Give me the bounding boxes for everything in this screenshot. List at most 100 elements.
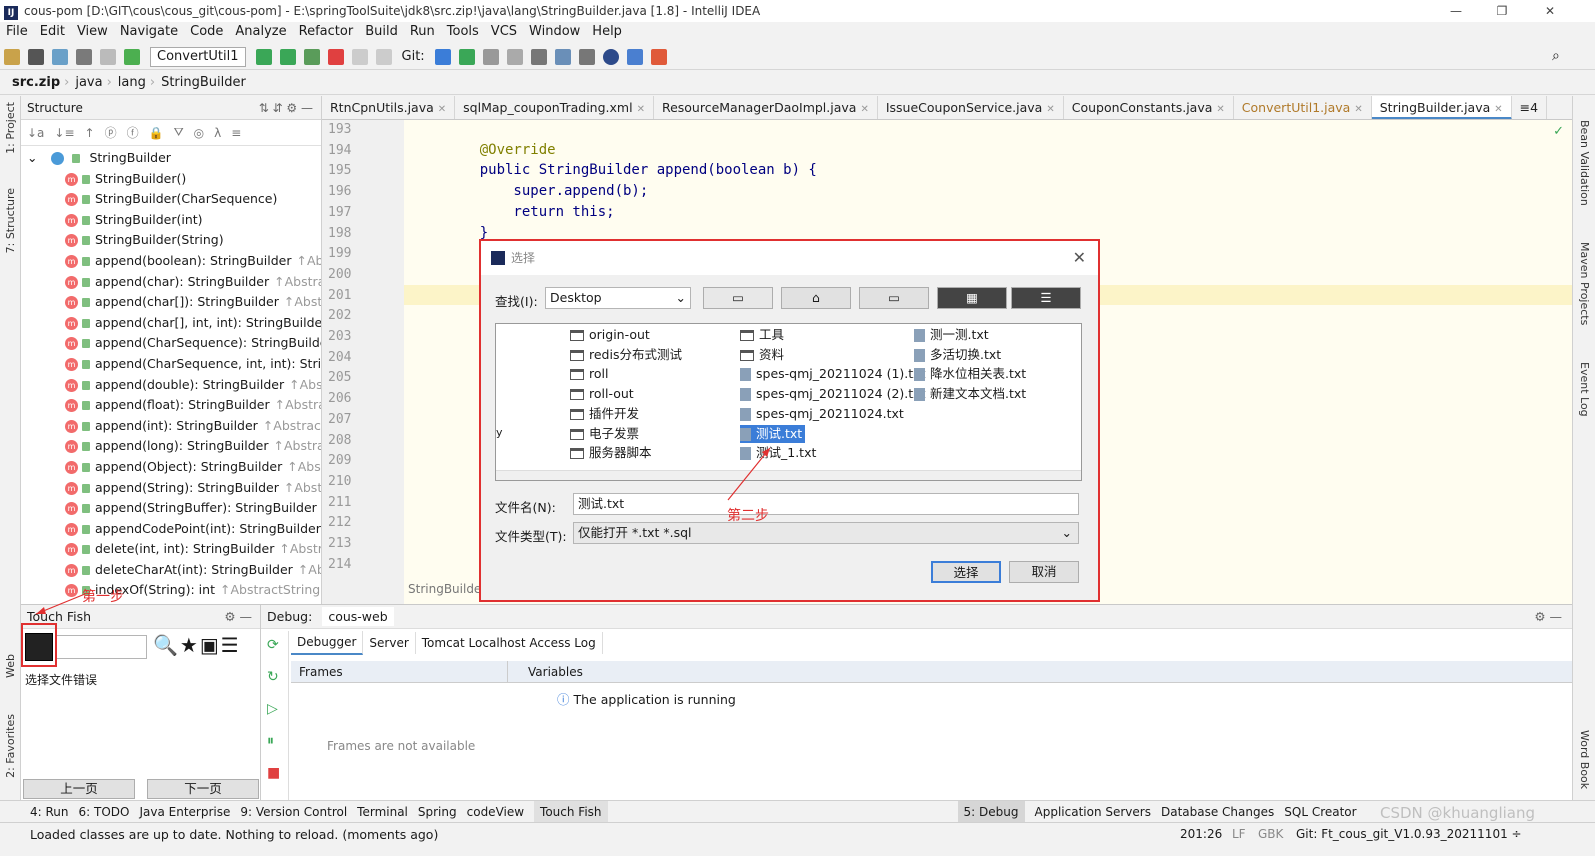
bottom-tab[interactable]: Terminal [357, 801, 408, 824]
folder-item[interactable]: 服务器脚本 [570, 444, 652, 462]
file-item[interactable]: 多活切换.txt [914, 346, 1001, 364]
event-log-tool-tab[interactable]: Event Log [1578, 362, 1591, 417]
bottom-tab[interactable]: Spring [418, 801, 457, 824]
sort-alpha-icon[interactable]: ↓a [27, 126, 44, 140]
filter-icon[interactable]: ⛛ [174, 125, 184, 140]
web-tool-tab[interactable]: Web [4, 654, 17, 678]
tree-item[interactable]: m StringBuilder(CharSequence) [27, 189, 321, 210]
menu-vcs[interactable]: VCS [485, 22, 523, 42]
caret-position[interactable]: 201:26 [1180, 827, 1222, 841]
code-line[interactable]: @Override [446, 142, 556, 158]
editor-tab[interactable]: IssueCouponService.java ✕ [878, 96, 1064, 119]
menu-edit[interactable]: Edit [34, 22, 71, 42]
close-tab-icon[interactable]: ✕ [1216, 104, 1224, 115]
chevron-down-icon[interactable]: ⌄ [27, 150, 37, 165]
folder-item[interactable]: 工具 [740, 326, 784, 344]
menu-code[interactable]: Code [184, 22, 229, 42]
menu-refactor[interactable]: Refactor [293, 22, 360, 42]
debugger-tab[interactable]: Server [363, 632, 416, 654]
tree-item[interactable]: m append(char[], int, int): StringBuilder… [27, 313, 321, 334]
lambda-icon[interactable]: λ [214, 126, 221, 140]
home-folder-button[interactable]: ⌂ [781, 287, 851, 309]
minimize-button[interactable]: — [1436, 0, 1476, 22]
debug-session-tab[interactable]: cous-web [322, 607, 394, 626]
tree-item[interactable]: m append(int): StringBuilder↑AbstractStri [27, 416, 321, 437]
lookin-select[interactable]: Desktop ⌄ [545, 287, 691, 309]
breadcrumb-item[interactable]: lang [118, 71, 146, 95]
touchfish-page-input[interactable] [55, 635, 147, 659]
bottom-tab[interactable]: SQL Creator [1284, 801, 1356, 824]
dialog-close-icon[interactable]: ✕ [1073, 241, 1086, 275]
tree-item[interactable]: m deleteCharAt(int): StringBuilder↑Abstra [27, 560, 321, 581]
breadcrumb-item[interactable]: java [75, 71, 102, 95]
touchfish-settings-icon[interactable]: ⚙ — [224, 605, 252, 629]
tree-item[interactable]: m StringBuilder(int) [27, 210, 321, 231]
touchfish-tools-icon[interactable]: 🔍★▣☰ [153, 633, 241, 657]
folder-item[interactable]: 电子发票 [570, 425, 639, 443]
tree-item[interactable]: m delete(int, int): StringBuilder↑Abstrac… [27, 539, 321, 560]
tree-item[interactable]: m StringBuilder(String) [27, 230, 321, 251]
tree-item[interactable]: m append(CharSequence, int, int): StringB… [27, 354, 321, 375]
git-branch[interactable]: Git: Ft_cous_git_V1.0.93_20211101 ÷ [1296, 827, 1522, 841]
menu-build[interactable]: Build [359, 22, 404, 42]
project-tool-tab[interactable]: 1: Project [4, 102, 17, 154]
file-item[interactable]: spes-qmj_20211024 (2).txt [740, 385, 925, 403]
open-folder-icon[interactable] [4, 48, 20, 65]
git-rollback-icon[interactable] [506, 48, 523, 65]
git-update-icon[interactable] [434, 48, 451, 65]
coverage-icon[interactable] [303, 48, 320, 65]
tree-item[interactable]: m append(Object): StringBuilder↑Abstrac [27, 457, 321, 478]
favorites-tool-tab[interactable]: 2: Favorites [4, 714, 17, 778]
git-commit-icon[interactable] [458, 48, 475, 65]
editor-tab[interactable]: ResourceManagerDaoImpl.java ✕ [654, 96, 878, 119]
bottom-tab[interactable]: Java Enterprise [139, 801, 230, 824]
debugger-tab[interactable]: Tomcat Localhost Access Log [416, 632, 603, 654]
close-tab-icon[interactable]: ✕ [637, 104, 645, 115]
bottom-tab[interactable]: 4: Run [30, 801, 69, 824]
folder-item[interactable]: 资料 [740, 346, 784, 364]
bean-validation-tool-tab[interactable]: Bean Validation [1578, 120, 1591, 206]
tree-item[interactable]: mappend(StringBuffer): StringBuilder↑Ab [27, 498, 321, 519]
attach-icon[interactable] [351, 48, 368, 65]
folder-item[interactable]: redis分布式测试 [570, 346, 682, 364]
tree-item[interactable]: m append(String): StringBuilder↑Abstract [27, 478, 321, 499]
details-view-button[interactable]: ☰ [1011, 287, 1081, 309]
settings-wrench-icon[interactable] [530, 48, 547, 65]
structure-tool-tab[interactable]: 7: Structure [4, 188, 17, 253]
code-line[interactable]: return this; [446, 204, 614, 220]
save-icon[interactable] [28, 48, 44, 65]
editor-tab[interactable]: CouponConstants.java ✕ [1064, 96, 1234, 119]
code-line[interactable]: public StringBuilder append(boolean b) { [446, 162, 817, 178]
restore-button[interactable]: ❐ [1482, 0, 1522, 22]
list-view-button[interactable]: ▦ [937, 287, 1007, 309]
translate-icon[interactable] [626, 48, 643, 65]
bottom-tab[interactable]: 9: Version Control [240, 801, 347, 824]
bottom-tab[interactable]: Database Changes [1161, 801, 1274, 824]
debugger-tab[interactable]: Debugger [291, 631, 364, 655]
breadcrumb-item[interactable]: src.zip [12, 71, 60, 95]
menu-file[interactable]: File [0, 22, 34, 42]
properties-icon[interactable]: ⓟ [105, 124, 117, 141]
forward-icon[interactable] [100, 48, 116, 65]
close-tab-icon[interactable]: ✕ [1494, 104, 1502, 115]
back-icon[interactable] [76, 48, 92, 65]
plugin-globe-icon[interactable] [602, 48, 619, 65]
close-button[interactable]: ✕ [1530, 0, 1570, 22]
tree-item[interactable]: m append(boolean): StringBuilder↑Abstra [27, 251, 321, 272]
file-item[interactable]: spes-qmj_20211024 (1).txt [740, 365, 925, 383]
breadcrumb-item[interactable]: StringBuilder [161, 71, 246, 95]
close-tab-icon[interactable]: ✕ [1354, 104, 1362, 115]
tree-item[interactable]: m append(double): StringBuilder↑Abstrac [27, 375, 321, 396]
folder-item[interactable]: roll-out [570, 385, 634, 403]
close-tab-icon[interactable]: ✕ [860, 104, 868, 115]
line-separator[interactable]: LF [1232, 827, 1246, 841]
sort-visibility-icon[interactable]: ↓≡ [54, 126, 74, 140]
file-encoding[interactable]: GBK [1258, 827, 1283, 841]
fields-icon[interactable]: ⓕ [127, 124, 139, 141]
editor-tab[interactable]: RtnCpnUtils.java ✕ [322, 96, 456, 119]
tree-item[interactable]: m append(char): StringBuilder↑AbstractSt [27, 272, 321, 293]
folder-item[interactable]: roll [570, 365, 608, 383]
anonymous-icon[interactable]: ◎ [194, 126, 204, 140]
menu-window[interactable]: Window [523, 22, 586, 42]
word-book-tool-tab[interactable]: Word Book [1578, 730, 1591, 789]
